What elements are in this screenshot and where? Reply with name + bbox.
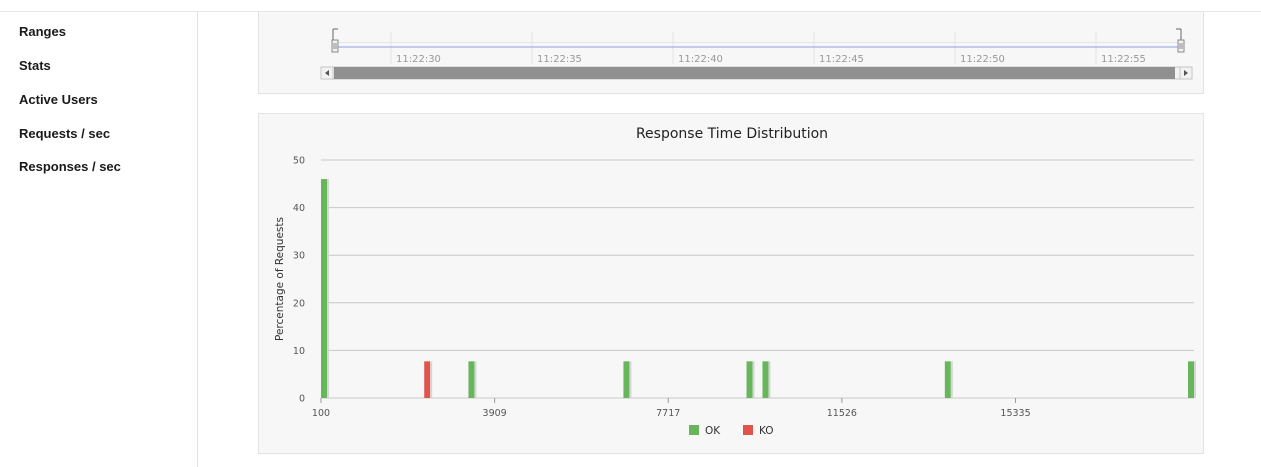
bar-shadow <box>629 361 632 398</box>
sidebar-item-active-users[interactable]: Active Users <box>19 92 98 107</box>
navigator-time-label: 11:22:35 <box>537 54 582 65</box>
legend-swatch-ko[interactable] <box>743 425 753 435</box>
y-tick-label: 0 <box>299 394 305 405</box>
x-tick-label: 11526 <box>827 408 857 419</box>
x-tick-label: 100 <box>312 408 330 419</box>
y-axis-label: Percentage of Requests <box>274 217 286 341</box>
y-tick-label: 20 <box>293 298 305 309</box>
bar-shadow <box>1194 361 1196 398</box>
x-tick-label: 15335 <box>1000 408 1030 419</box>
navigator-time-label: 11:22:40 <box>678 54 723 65</box>
navigator-time-label: 11:22:55 <box>1101 54 1146 65</box>
y-tick-label: 50 <box>293 156 305 167</box>
x-tick-label: 7717 <box>656 408 680 419</box>
bar-shadow <box>950 361 953 398</box>
response-time-distribution-chart: Response Time Distribution Percentage of… <box>274 126 1196 437</box>
bar-ok[interactable] <box>1188 361 1194 398</box>
legend-swatch-ok[interactable] <box>689 425 699 435</box>
y-tick-label: 10 <box>293 346 305 357</box>
y-tick-label: 40 <box>293 203 305 214</box>
y-tick-label: 30 <box>293 251 305 262</box>
sidebar-item-ranges[interactable]: Ranges <box>19 24 66 39</box>
scrollbar-thumb[interactable] <box>334 67 1175 79</box>
bar-ok[interactable] <box>623 361 630 398</box>
bar-ok[interactable] <box>762 361 769 398</box>
sidebar-item-requests-per-sec[interactable]: Requests / sec <box>19 126 110 141</box>
bar-ok[interactable] <box>321 179 327 398</box>
sidebar: Ranges Stats Active Users Requests / sec… <box>0 12 198 467</box>
navigator-left-handle[interactable] <box>331 39 339 53</box>
bar-shadow <box>474 361 477 398</box>
navigator-time-axis: 11:22:30 11:22:35 11:22:40 11:22:45 11:22:50… <box>390 32 1146 65</box>
bar-shadow <box>430 361 433 398</box>
scroll-left-button[interactable] <box>320 66 334 80</box>
bar-ko[interactable] <box>424 361 431 398</box>
legend-label-ko[interactable]: KO <box>759 425 774 437</box>
navigator-time-label: 11:22:30 <box>396 54 441 65</box>
sidebar-item-stats[interactable]: Stats <box>19 58 51 73</box>
bar-ok[interactable] <box>746 361 753 398</box>
time-navigator: 11:22:30 11:22:35 11:22:40 11:22:45 11:22:50… <box>320 28 1193 80</box>
time-navigator-panel: 11:22:30 11:22:35 11:22:40 11:22:45 11:22:50… <box>258 12 1204 94</box>
navigator-time-label: 11:22:50 <box>960 54 1005 65</box>
x-tick-label: 3909 <box>483 408 507 419</box>
chart-title: Response Time Distribution <box>636 126 828 142</box>
bar-shadow <box>752 361 755 398</box>
bar-shadow <box>768 361 771 398</box>
scroll-right-button[interactable] <box>1179 66 1193 80</box>
bar-ok[interactable] <box>468 361 475 398</box>
navigator-right-handle[interactable] <box>1177 39 1185 53</box>
response-time-distribution-panel: Response Time Distribution Percentage of… <box>258 113 1204 454</box>
sidebar-item-responses-per-sec[interactable]: Responses / sec <box>19 159 121 174</box>
navigator-time-label: 11:22:45 <box>819 54 864 65</box>
bar-shadow <box>327 179 329 398</box>
bar-ok[interactable] <box>944 361 951 398</box>
legend-label-ok[interactable]: OK <box>705 425 721 437</box>
navigator-baseline <box>336 42 1186 43</box>
